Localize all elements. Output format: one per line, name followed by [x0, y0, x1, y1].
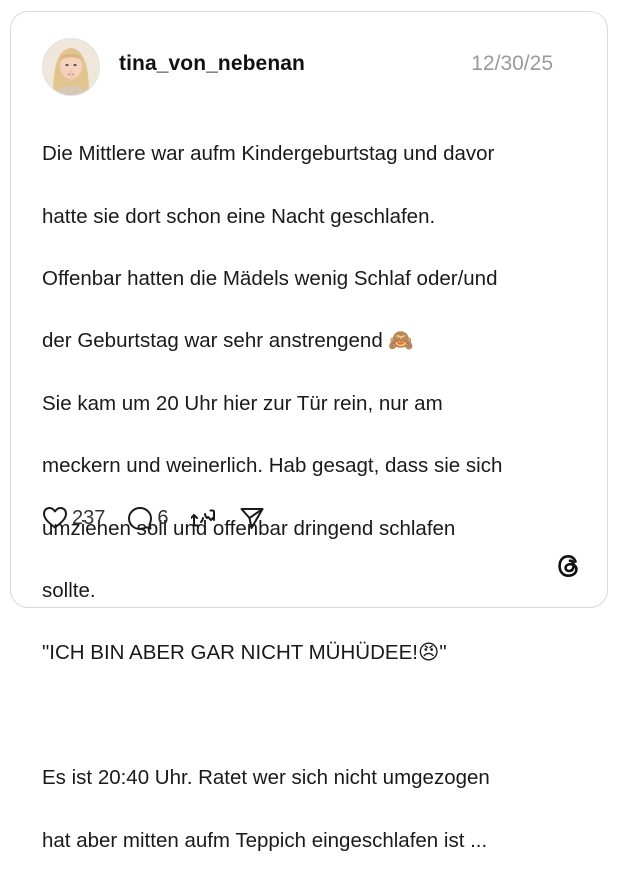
avatar-image — [43, 39, 99, 95]
post-text-line — [42, 700, 587, 731]
action-bar: 237 6 — [42, 503, 287, 533]
post-text-line: Offenbar hatten die Mädels wenig Schlaf … — [42, 267, 498, 291]
post-text-line: der Geburtstag war sehr anstrengend 🙈 — [42, 329, 414, 353]
share-button[interactable] — [239, 505, 265, 531]
comment-bubble-icon — [128, 507, 153, 530]
post-date: 12/30/25 — [471, 52, 553, 75]
post-text-line: Die Mittlere war aufm Kindergeburtstag u… — [42, 142, 495, 166]
post-text-line: hat aber mitten aufm Teppich eingeschlaf… — [42, 828, 488, 852]
post-text-line: Es ist 20:40 Uhr. Ratet wer sich nicht u… — [42, 766, 490, 790]
post-text-line: hatte sie dort schon eine Nacht geschlaf… — [42, 204, 436, 228]
reply-button[interactable]: 6 — [127, 505, 169, 531]
post-text: Die Mittlere war aufm Kindergeburtstag u… — [42, 107, 587, 887]
post-text-line: "ICH BIN ABER GAR NICHT MÜHÜDEE!😠" — [42, 641, 447, 665]
like-button[interactable]: 237 — [42, 506, 105, 530]
reply-count: 6 — [157, 506, 169, 529]
repost-button[interactable] — [190, 505, 217, 531]
post-card: tina_von_nebenan 12/30/25 Die Mittlere w… — [10, 11, 608, 852]
repost-icon — [190, 509, 215, 527]
heart-icon — [43, 507, 67, 529]
threads-logo-icon[interactable] — [555, 552, 583, 580]
post-text-line: sollte. — [42, 579, 96, 603]
like-count: 237 — [72, 506, 106, 529]
post-text-line: Sie kam um 20 Uhr hier zur Tür rein, nur… — [42, 391, 443, 415]
post-text-line: meckern und weinerlich. Hab gesagt, dass… — [42, 454, 503, 478]
send-icon — [240, 508, 263, 529]
username[interactable]: tina_von_nebenan — [119, 52, 305, 76]
avatar[interactable] — [42, 38, 100, 96]
